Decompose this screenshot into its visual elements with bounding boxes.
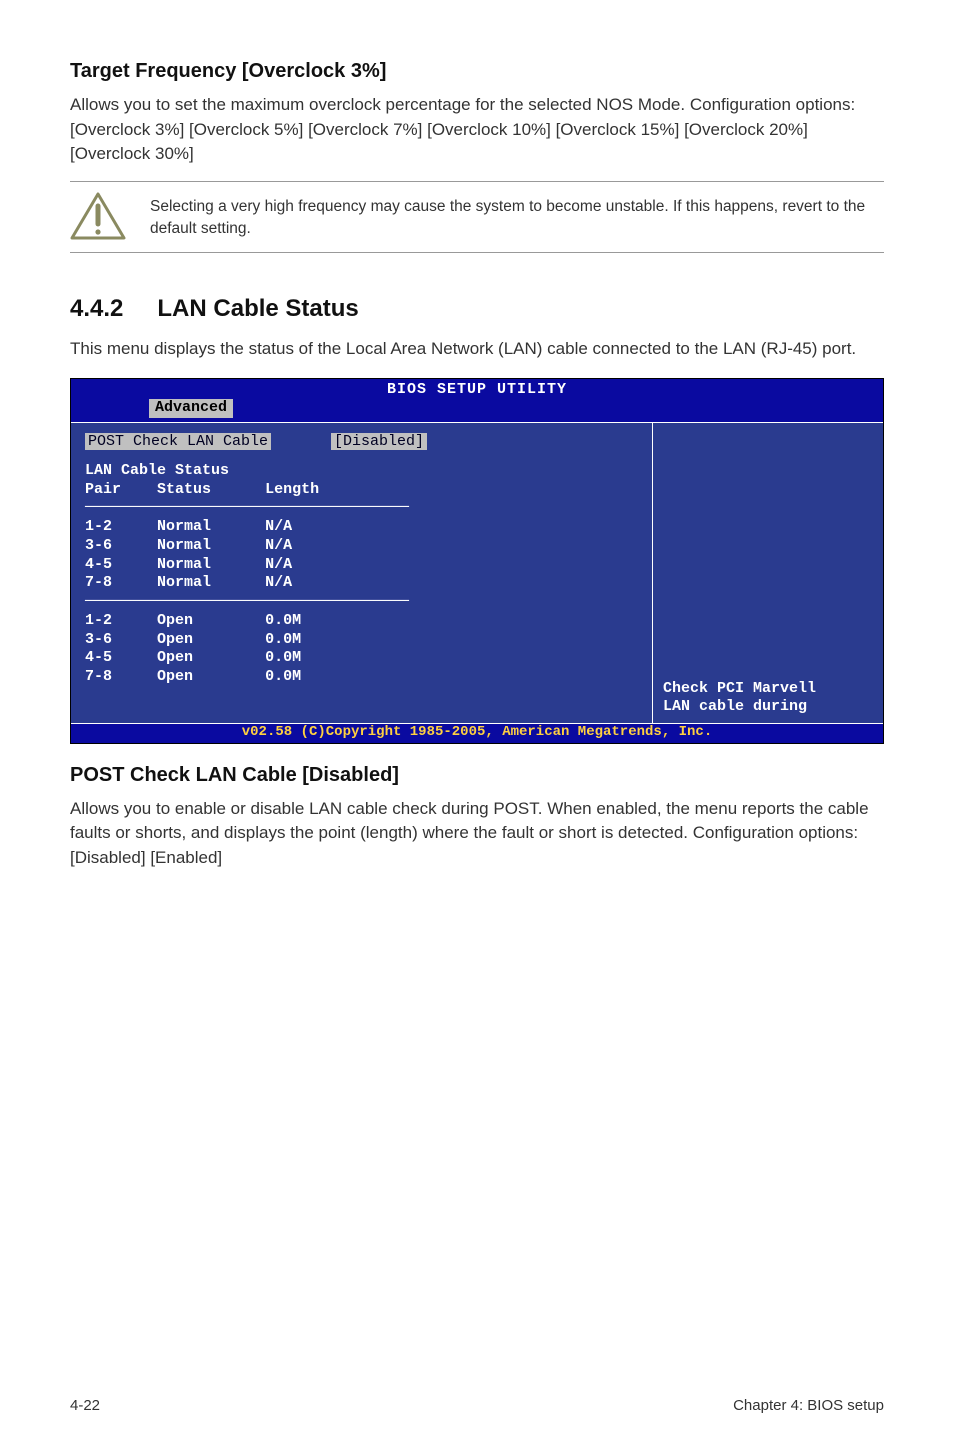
subsection-title: LAN Cable Status [157, 295, 358, 322]
lan-cable-intro: This menu displays the status of the Loc… [70, 337, 884, 362]
target-frequency-heading: Target Frequency [Overclock 3%] [70, 60, 884, 83]
page-number: 4-22 [70, 1397, 100, 1414]
table-row: 7-8 Normal N/A [85, 574, 640, 593]
bios-title: BIOS SETUP UTILITY [71, 379, 883, 400]
bios-left-panel: POST Check LAN Cable [Disabled] LAN Cable… [71, 423, 653, 723]
target-frequency-body: Allows you to set the maximum overclock … [70, 93, 884, 167]
chapter-label: Chapter 4: BIOS setup [733, 1397, 884, 1414]
table-row: 3-6 Open 0.0M [85, 631, 640, 650]
table-row: 4-5 Open 0.0M [85, 649, 640, 668]
bios-tab-advanced: Advanced [149, 399, 233, 418]
bios-help-line2: LAN cable during [663, 698, 873, 717]
table-row: 4-5 Normal N/A [85, 556, 640, 575]
post-check-body: Allows you to enable or disable LAN cabl… [70, 797, 884, 871]
bios-right-panel: Check PCI Marvell LAN cable during [653, 423, 883, 723]
bios-divider: ──────────────────────────────────── [85, 593, 640, 612]
bios-column-headers: Pair Status Length [85, 481, 640, 500]
table-row: 7-8 Open 0.0M [85, 668, 640, 687]
bios-status-header: LAN Cable Status [85, 462, 640, 481]
bios-screenshot: BIOS SETUP UTILITY Advanced POST Check L… [70, 378, 884, 744]
bios-tab-row: Advanced [71, 399, 883, 422]
table-row: 1-2 Normal N/A [85, 518, 640, 537]
subsection-number: 4.4.2 [70, 295, 123, 323]
table-row: 3-6 Normal N/A [85, 537, 640, 556]
bios-field-value: [Disabled] [331, 433, 427, 450]
page-footer: 4-22 Chapter 4: BIOS setup [70, 1397, 884, 1414]
caution-text: Selecting a very high frequency may caus… [150, 192, 884, 239]
post-check-heading: POST Check LAN Cable [Disabled] [70, 764, 884, 787]
table-row: 1-2 Open 0.0M [85, 612, 640, 631]
caution-note: Selecting a very high frequency may caus… [70, 181, 884, 253]
bios-footer: v02.58 (C)Copyright 1985-2005, American … [71, 723, 883, 743]
bios-divider: ──────────────────────────────────── [85, 499, 640, 518]
bios-field-label: POST Check LAN Cable [85, 433, 271, 450]
bios-help-line1: Check PCI Marvell [663, 680, 873, 699]
caution-icon [70, 192, 126, 242]
lan-cable-status-heading: 4.4.2 LAN Cable Status [70, 295, 884, 323]
